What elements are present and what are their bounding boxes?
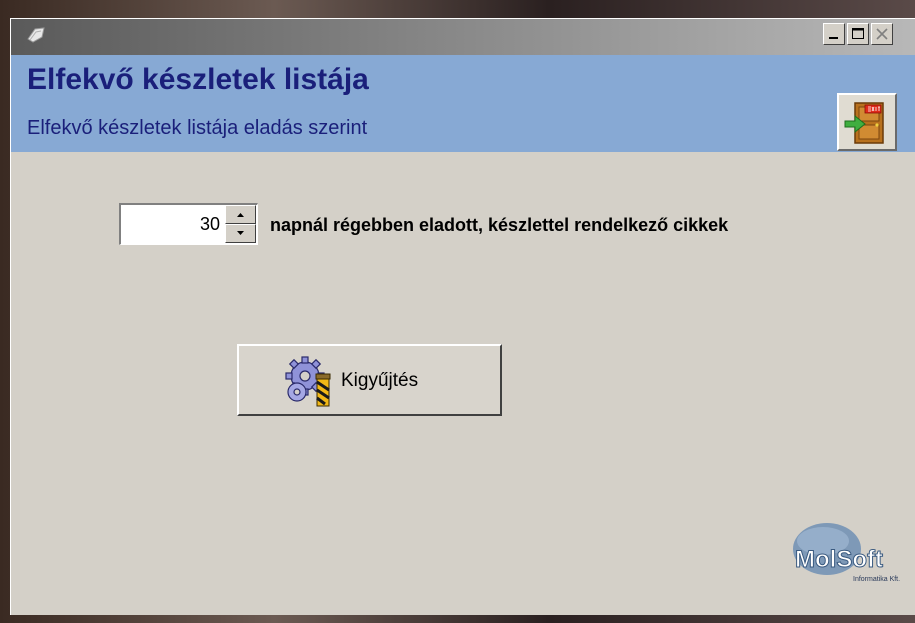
days-label: napnál régebben eladott, készlettel rend…: [270, 215, 729, 235]
spin-down-button[interactable]: [225, 224, 256, 243]
close-icon: [876, 28, 888, 40]
minimize-icon: [829, 37, 838, 39]
collect-button[interactable]: Kigyűjtés: [237, 344, 502, 416]
gears-icon: [285, 356, 331, 407]
page-title: Elfekvő készletek listája: [27, 63, 369, 96]
days-input[interactable]: [121, 205, 224, 244]
maximize-icon: [852, 28, 864, 39]
days-spinner[interactable]: [119, 203, 258, 245]
title-bar[interactable]: [11, 19, 915, 59]
logo-subtext: Informatika Kft.: [853, 576, 900, 583]
collect-button-label: Kigyűjtés: [341, 370, 419, 391]
spin-up-icon: [237, 213, 244, 217]
header-banner: Elfekvő készletek listája Elfekvő készle…: [11, 55, 915, 152]
logo-text: MolSoft: [795, 546, 883, 573]
spin-down-icon: [237, 231, 244, 235]
exit-button[interactable]: [837, 93, 897, 151]
minimize-button[interactable]: [823, 23, 845, 45]
close-button[interactable]: [871, 23, 893, 45]
spin-up-button[interactable]: [225, 205, 256, 224]
exit-door-icon: [844, 102, 884, 144]
page-subtitle: Elfekvő készletek listája eladás szerint: [27, 117, 368, 139]
main-window: Elfekvő készletek listája Elfekvő készle…: [10, 18, 915, 615]
molsoft-logo: MolSoft Informatika Kft.: [793, 523, 900, 583]
app-icon[interactable]: [25, 25, 47, 47]
maximize-button[interactable]: [847, 23, 869, 45]
